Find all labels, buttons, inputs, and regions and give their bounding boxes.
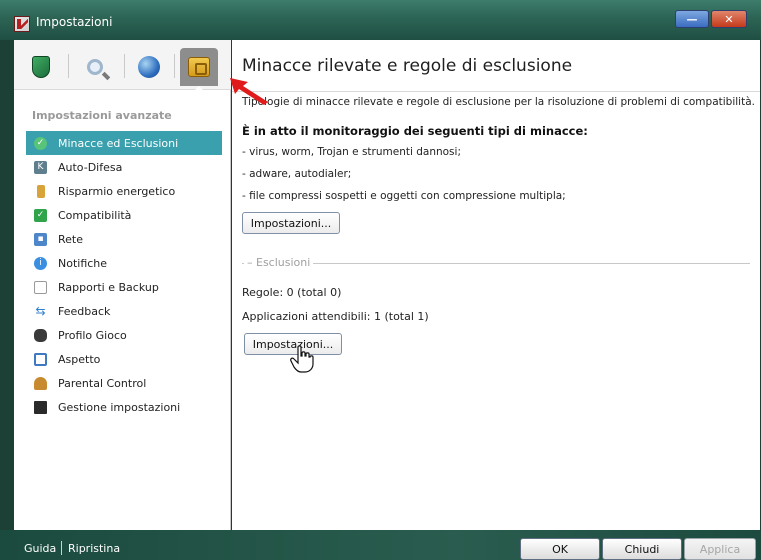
sidebar-item-label: Aspetto [58,352,101,366]
ok-button[interactable]: OK [520,538,600,560]
gamepad-icon [34,328,47,342]
protection-shield-icon [32,56,50,78]
sidebar-item-label: Parental Control [58,376,147,390]
window-appearance-icon [34,352,47,366]
sidebar-item-profilo-gioco[interactable]: Profilo Gioco [26,323,222,347]
sidebar-nav: ✓ Minacce ed Esclusioni K Auto-Difesa Ri… [26,131,222,419]
sidebar-item-aspetto[interactable]: Aspetto [26,347,222,371]
exclusions-divider [242,263,750,264]
group-dash: – [247,256,256,269]
close-icon: ✕ [724,12,734,26]
sidebar-item-rete[interactable]: ▪ Rete [26,227,222,251]
page-title: Minacce rilevate e regole di esclusione [242,56,573,76]
category-toolbar [14,40,231,93]
sidebar-item-label: Feedback [58,304,111,318]
sidebar-item-label: Profilo Gioco [58,328,127,342]
content-header: Minacce rilevate e regole di esclusione [232,40,760,92]
sidebar-item-label: Rete [58,232,83,246]
apply-button[interactable]: Applica [684,538,756,560]
parental-person-icon [34,376,47,390]
sidebar-item-gestione-impostazioni[interactable]: Gestione impostazioni [26,395,222,419]
sidebar-item-label: Rapporti e Backup [58,280,159,294]
minimize-button[interactable]: — [675,10,709,28]
toolbar-divider [124,54,125,78]
sidebar-item-label: Auto-Difesa [58,160,123,174]
battery-icon [37,184,45,198]
left-panel: Impostazioni avanzate ✓ Minacce ed Esclu… [14,40,231,530]
hand-cursor-icon [290,345,314,373]
sidebar-item-label: Minacce ed Esclusioni [58,136,179,150]
toolbar-divider [68,54,69,78]
threat-line: - virus, worm, Trojan e strumenti dannos… [242,146,461,158]
sidebar-item-label: Notifiche [58,256,108,270]
tab-update[interactable] [130,48,168,86]
sidebar-item-notifiche[interactable]: i Notifiche [26,251,222,275]
kaspersky-app-icon [14,16,30,32]
close-button[interactable]: Chiudi [602,538,682,560]
tab-protection[interactable] [22,48,60,86]
trusted-apps-count: Applicazioni attendibili: 1 (total 1) [242,310,429,323]
arrows-exchange-icon: ⇆ [35,304,46,318]
footer-link-divider [61,541,62,555]
floppy-disk-icon [34,400,47,414]
sidebar-item-compatibilita[interactable]: ✓ Compatibilità [26,203,222,227]
tab-scan[interactable] [76,48,114,86]
title-bar: Impostazioni — ✕ [0,0,761,40]
self-defense-icon: K [34,160,47,174]
sidebar-item-rapporti-backup[interactable]: Rapporti e Backup [26,275,222,299]
threat-line: - adware, autodialer; [242,168,352,180]
restore-link[interactable]: Ripristina [68,542,120,555]
scan-magnifier-icon [87,59,103,75]
threat-line: - file compressi sospetti e oggetti con … [242,190,566,202]
report-document-icon [34,280,47,294]
window-title: Impostazioni [36,15,113,29]
monitoring-heading: È in atto il monitoraggio dei seguenti t… [242,124,588,138]
settings-window: Impostazioni — ✕ Impostazioni avanzate ✓… [0,0,761,560]
sidebar-item-label: Gestione impostazioni [58,400,181,414]
green-check-shield-icon: ✓ [34,136,47,150]
advanced-safe-icon [188,57,210,77]
compatibility-check-icon: ✓ [34,208,47,222]
exclusions-group-label: – Esclusioni [244,256,314,269]
sidebar-section-title: Impostazioni avanzate [32,109,172,122]
close-window-button[interactable]: ✕ [711,10,747,28]
window-controls: — ✕ [675,10,747,28]
sidebar-item-label: Risparmio energetico [58,184,176,198]
sidebar-item-feedback[interactable]: ⇆ Feedback [26,299,222,323]
toolbar-divider [174,54,175,78]
rules-count: Regole: 0 (total 0) [242,286,342,299]
tab-advanced-settings[interactable] [180,48,218,86]
footer-bar: Guida Ripristina OK Chiudi Applica [0,530,761,560]
red-annotation-arrow-icon [230,78,268,105]
sidebar-item-label: Compatibilità [58,208,132,222]
update-globe-icon [138,56,160,78]
exclusions-group-title: Esclusioni [256,256,311,269]
help-link[interactable]: Guida [24,542,56,555]
threats-settings-button[interactable]: Impostazioni... [242,212,340,234]
sidebar-item-auto-difesa[interactable]: K Auto-Difesa [26,155,222,179]
sidebar-item-minacce-esclusioni[interactable]: ✓ Minacce ed Esclusioni [26,131,222,155]
info-bubble-icon: i [34,256,47,270]
active-tab-pointer [192,86,206,93]
page-description: Tipologie di minacce rilevate e regole d… [242,96,755,108]
sidebar-item-parental-control[interactable]: Parental Control [26,371,222,395]
minimize-icon: — [686,12,698,26]
content-panel: Minacce rilevate e regole di esclusione … [232,40,760,530]
network-computer-icon: ▪ [34,232,47,246]
sidebar-item-risparmio-energetico[interactable]: Risparmio energetico [26,179,222,203]
